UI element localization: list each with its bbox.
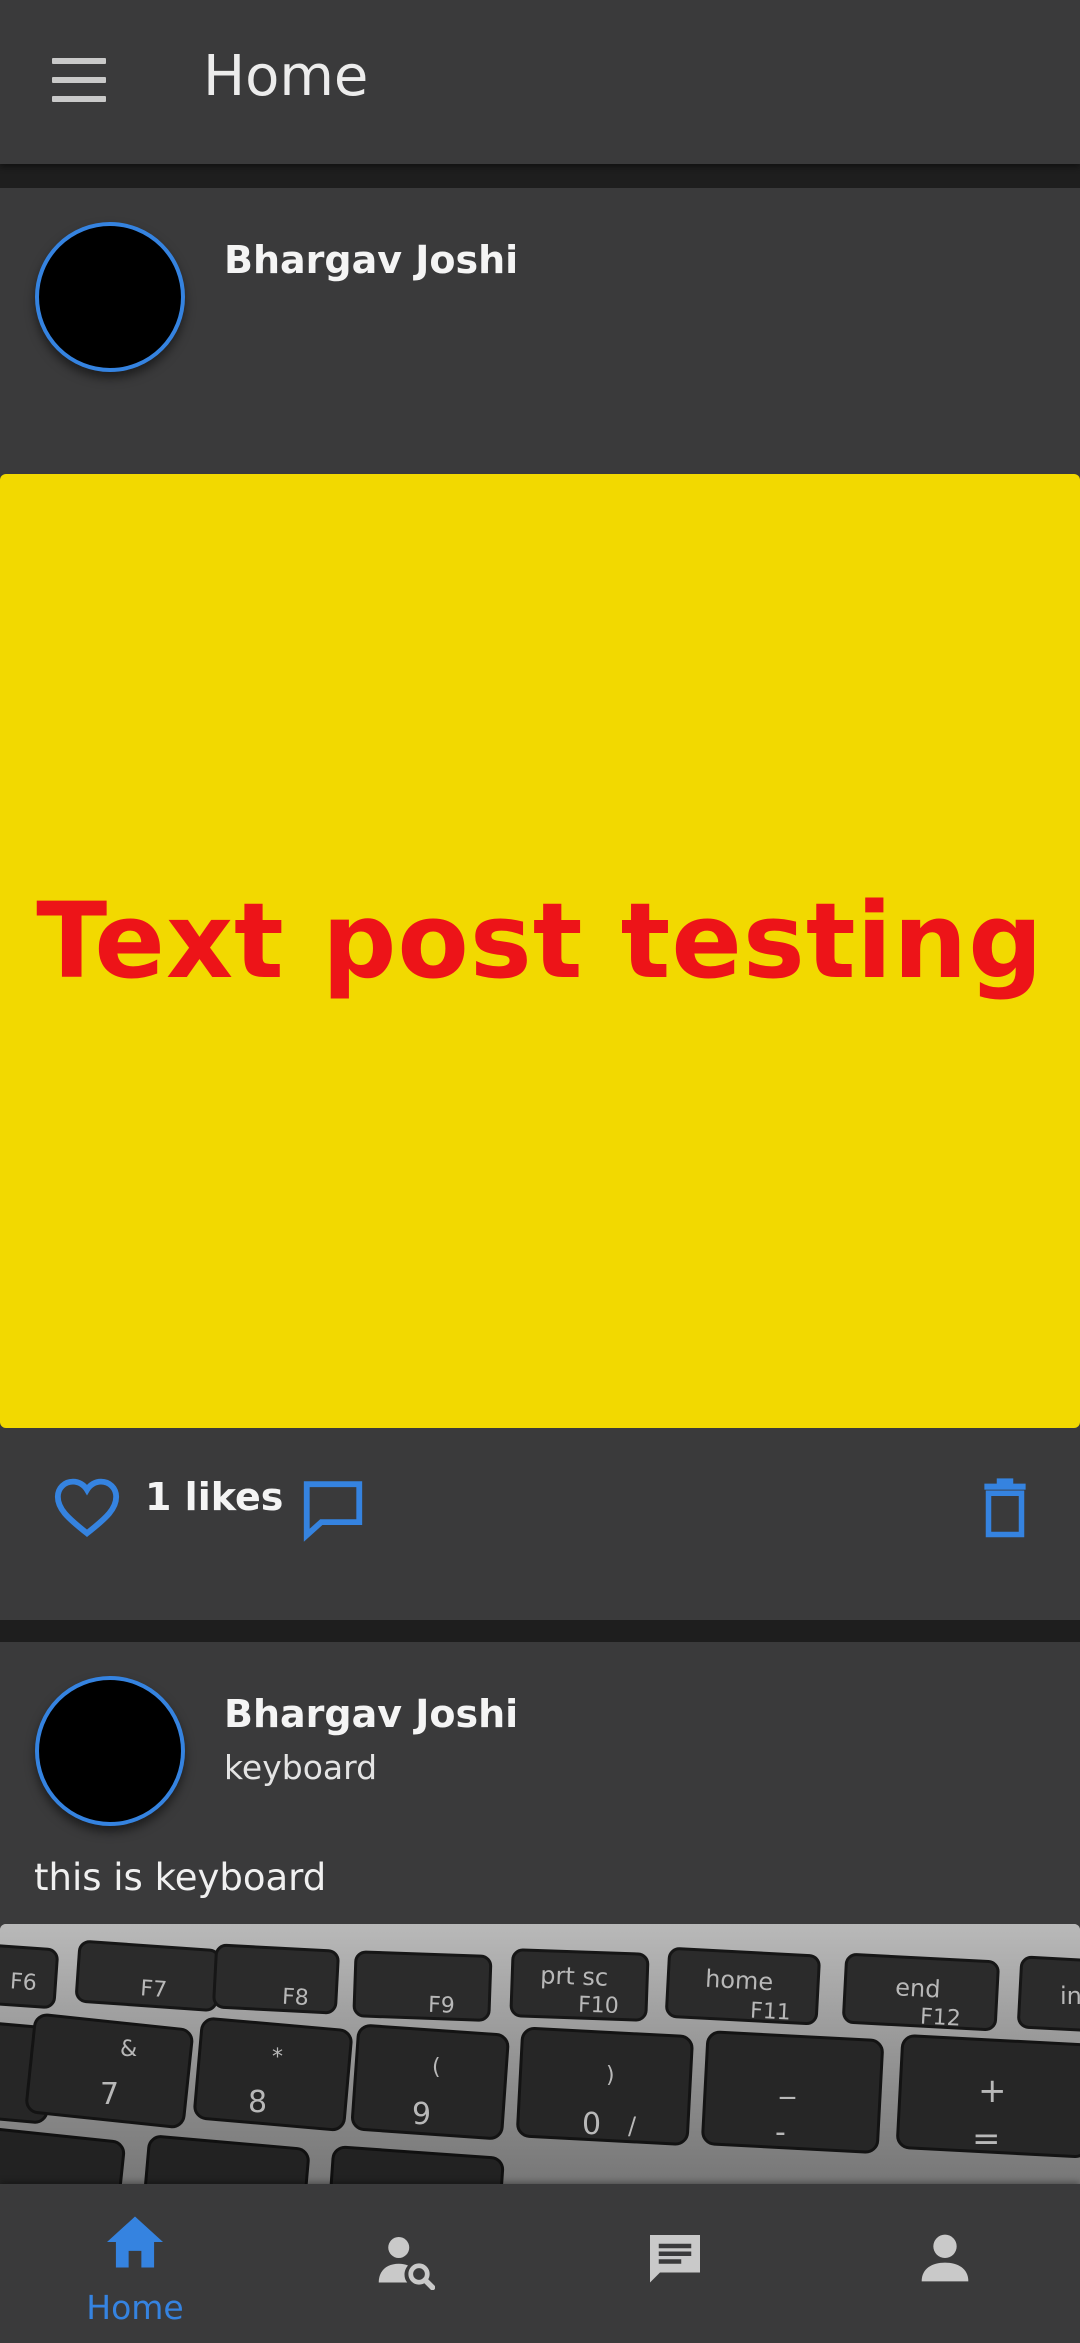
post-actions: 1 likes [0,1468,1080,1578]
nav-home[interactable]: Home [0,2184,270,2343]
svg-text:F10: F10 [578,1993,620,2019]
svg-text:-: - [775,2115,786,2150]
post-card: Bhargav Joshi keyboard this is keyboard [0,1642,1080,2244]
post-author[interactable]: Bhargav Joshi [224,1692,518,1736]
home-icon [107,2216,163,2268]
chat-icon [650,2235,700,2283]
svg-text:F11: F11 [749,1998,791,2025]
svg-text:/: / [628,2112,637,2140]
svg-text:*: * [272,2045,283,2070]
svg-text:F6: F6 [9,1969,37,1996]
svg-text:F8: F8 [281,1985,309,2011]
nav-user-search[interactable] [270,2184,540,2343]
nav-chat[interactable] [540,2184,810,2343]
post-body-text: this is keyboard [34,1856,327,1899]
svg-text:9: 9 [412,2097,431,2132]
post-image[interactable]: Text post testing [0,474,1080,1428]
user-search-icon [378,2237,435,2290]
avatar[interactable] [35,222,185,372]
nav-home-label: Home [86,2288,184,2327]
svg-text:8: 8 [248,2085,267,2120]
app-bar: Home [0,0,1080,164]
post-author[interactable]: Bhargav Joshi [224,238,518,282]
svg-text:end: end [895,1973,942,2003]
menu-icon[interactable] [40,52,120,108]
post-image-text: Text post testing [36,880,1044,1002]
svg-text:prt sc: prt sc [540,1961,609,1991]
trash-icon[interactable] [972,1474,1038,1540]
likes-count: 1 likes [145,1475,284,1519]
bottom-nav: Home [0,2184,1080,2343]
svg-text:(: ( [432,2055,441,2080]
nav-profile[interactable] [810,2184,1080,2343]
svg-text:=: = [972,2119,1001,2159]
comment-outline-icon[interactable] [298,1474,368,1544]
avatar[interactable] [35,1676,185,1826]
page-title: Home [203,44,369,109]
svg-text:F12: F12 [919,2004,961,2031]
svg-text:F9: F9 [428,1993,456,2019]
svg-text:7: 7 [100,2077,119,2112]
svg-text:F7: F7 [139,1976,167,2003]
svg-text:home: home [705,1965,774,1997]
post-card: Bhargav Joshi Text post testing 1 likes [0,188,1080,1620]
person-icon [921,2234,969,2282]
svg-text:_: _ [779,2065,796,2100]
svg-text:&: & [120,2037,137,2062]
svg-text:+: + [978,2071,1007,2111]
post-subtitle: keyboard [224,1748,378,1787]
feed: Bhargav Joshi Text post testing 1 likes [0,188,1080,2244]
svg-text:): ) [606,2063,615,2088]
svg-text:in: in [1060,1982,1080,2010]
svg-text:0: 0 [582,2107,601,2142]
heart-outline-icon[interactable] [52,1472,122,1542]
